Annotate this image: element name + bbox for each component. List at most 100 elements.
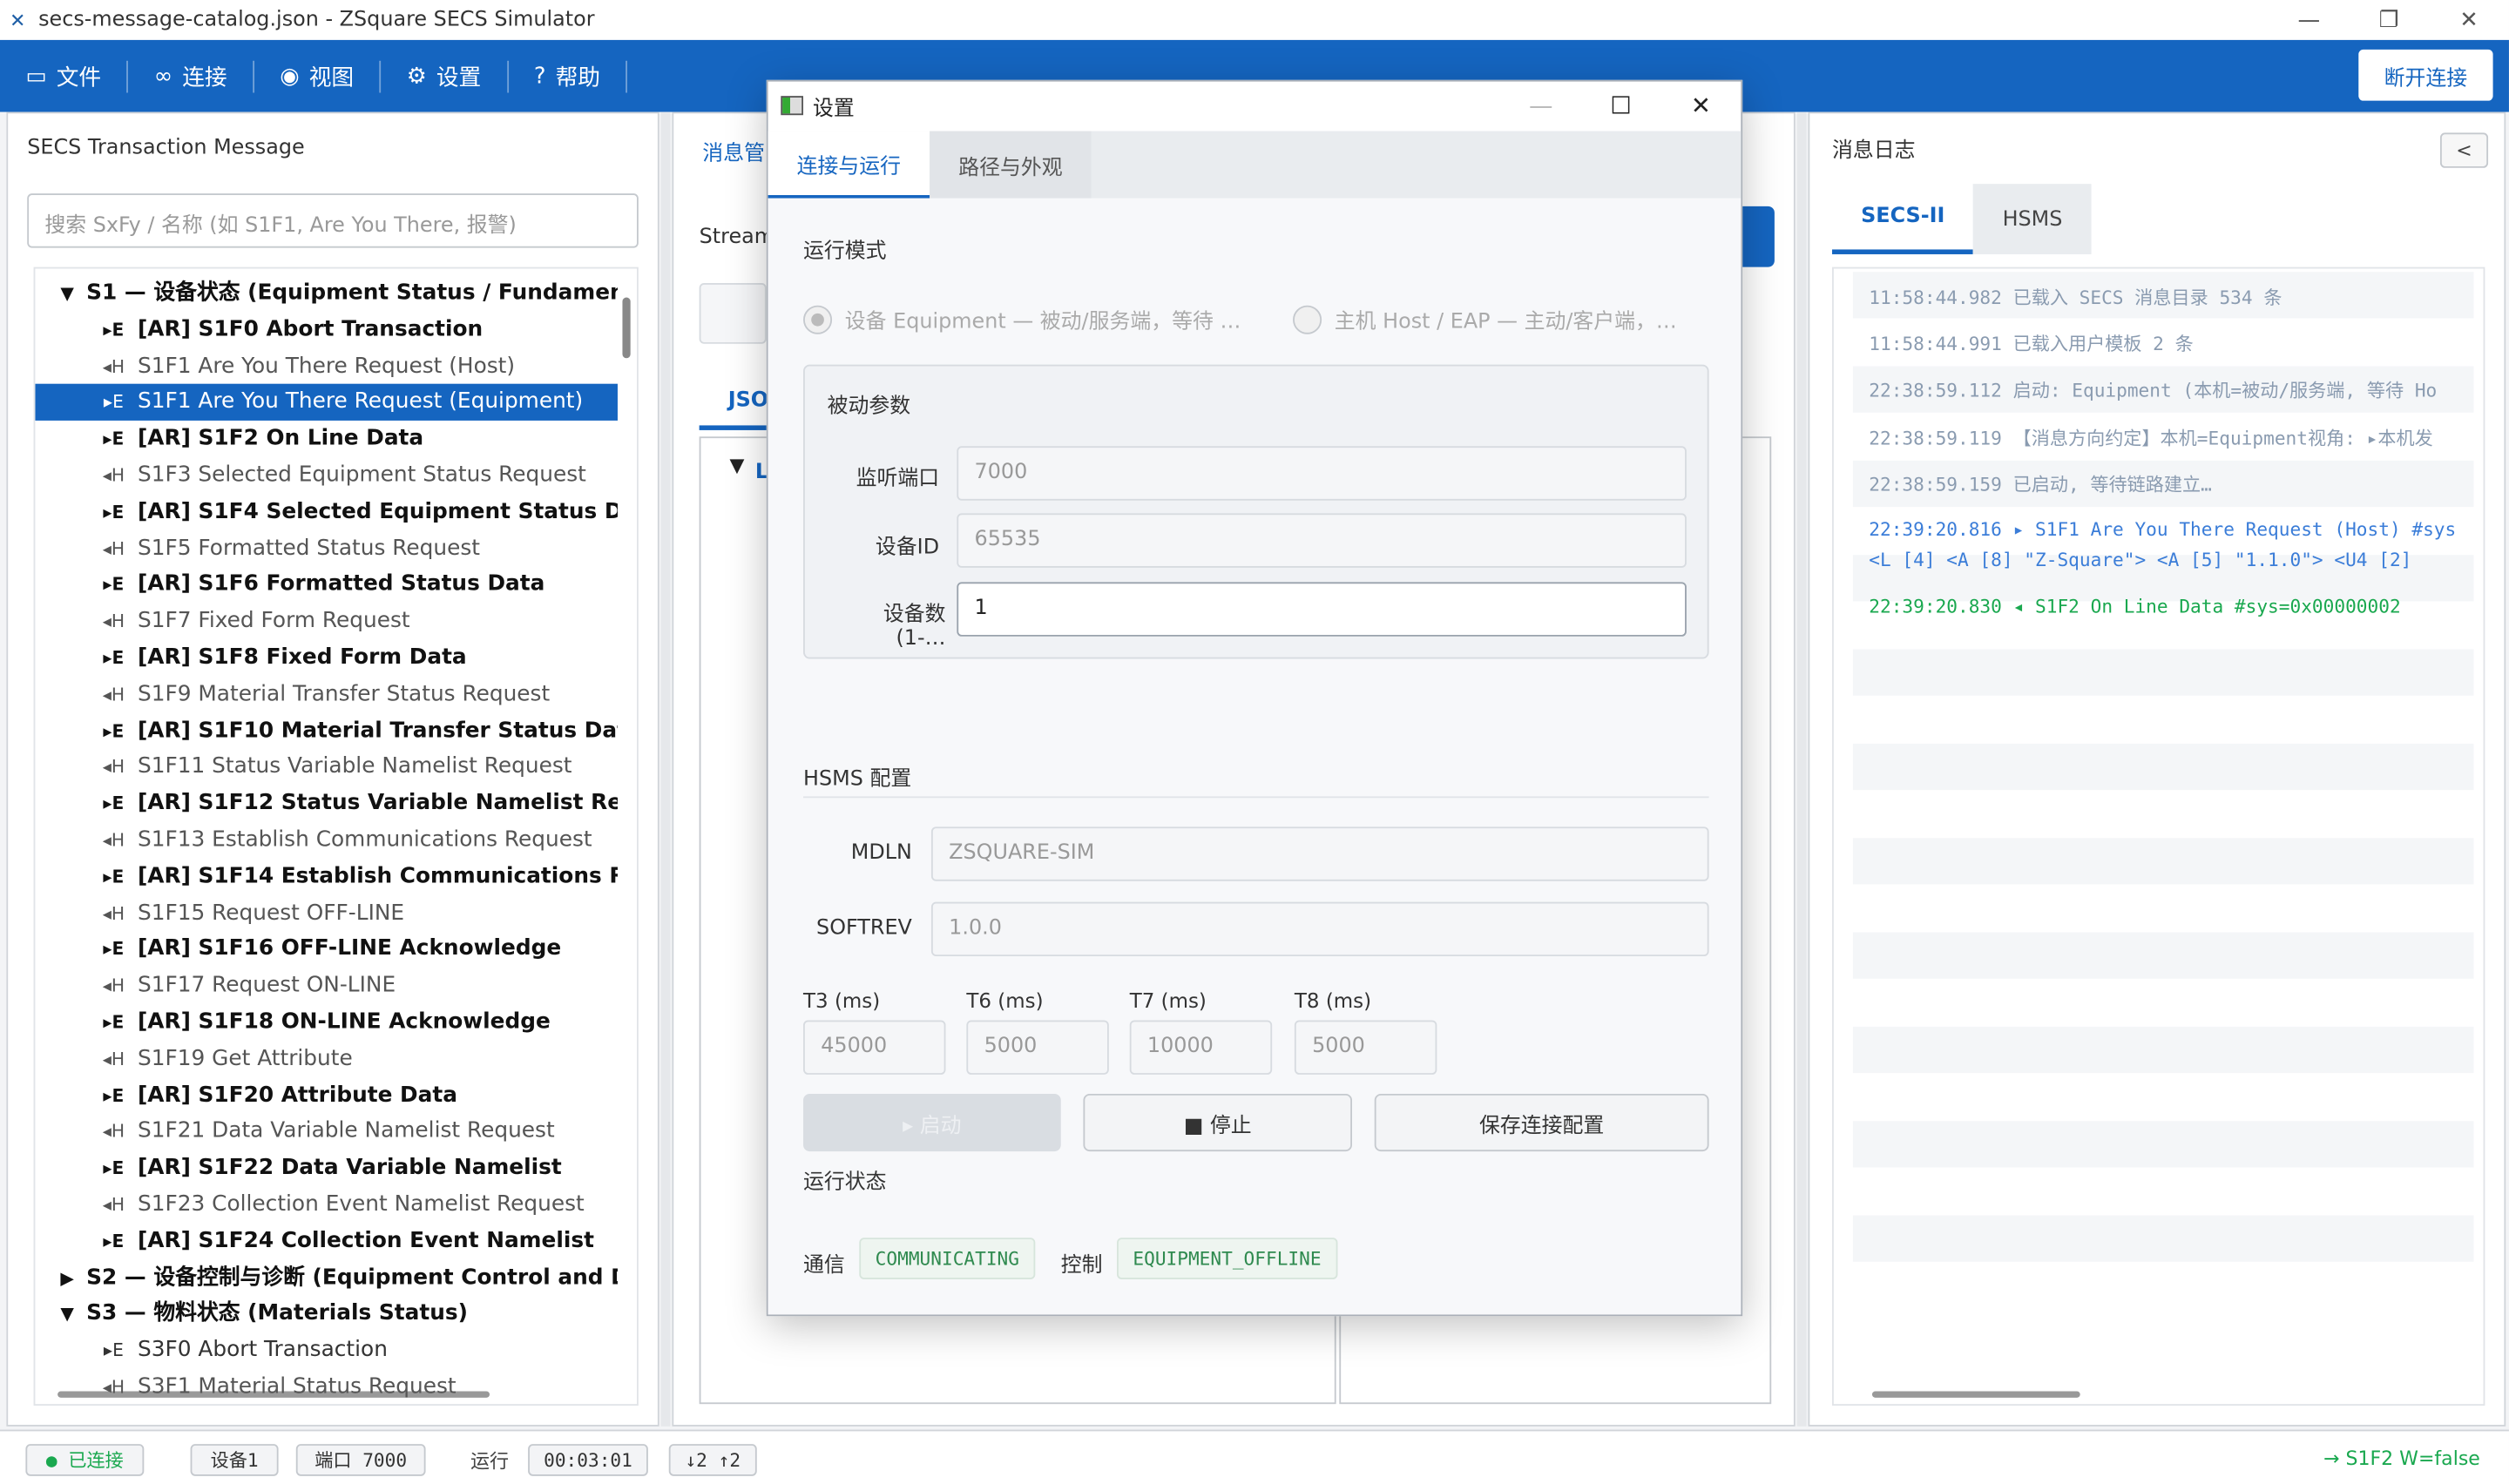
menu-file[interactable]: ▭ 文件 [0,40,127,112]
menu-settings-label: 设置 [436,64,482,91]
save-connection-button[interactable]: 保存连接配置 [1374,1093,1709,1152]
direction-icon: ◂H [102,355,125,377]
log-row-background [1852,1262,2474,1309]
statusbar: ● 已连接 设备1 端口 7000 运行 00:03:01 ↓2 ↑2 → S1… [0,1429,2509,1484]
dialog-title: 设置 [813,97,855,121]
t7-input[interactable]: 10000 [1129,1020,1273,1075]
radio-icon[interactable] [1293,304,1322,334]
expand-icon[interactable]: ▼ [730,454,745,476]
log-horizontal-scrollbar[interactable] [1850,1388,2458,1401]
tree-item[interactable]: ◂H S1F11 Status Variable Namelist Request [35,749,618,786]
maximize-button[interactable]: ❐ [2349,0,2429,40]
stream-field[interactable] [699,283,767,344]
tree-item[interactable]: ◂H S1F19 Get Attribute [35,1041,618,1077]
tree-item[interactable]: ▸E [AR] S1F12 Status Variable Namelist Re… [35,786,618,822]
tree-item-label: S1F3 Selected Equipment Status Request [137,462,586,489]
tree-item[interactable]: ▸E [AR] S1F14 Establish Communications Re… [35,859,618,895]
passive-params-heading: 被动参数 [827,395,911,420]
tree-item[interactable]: ▸E [AR] S1F18 ON-LINE Acknowledge [35,1004,618,1041]
minimize-button[interactable]: — [2269,0,2349,40]
softrev-label: SOFTREV [816,916,912,941]
tree-item[interactable]: ▸E [AR] S1F4 Selected Equipment Status Da… [35,494,618,530]
tree-group[interactable]: ▼ S3 — 物料状态 (Materials Status) [35,1296,618,1332]
tree-item[interactable]: ▸E [AR] S1F10 Material Transfer Status Da… [35,712,618,749]
menu-view[interactable]: ◉ 视图 [254,40,380,112]
dialog-minimize-button[interactable]: — [1501,82,1581,130]
t3-input[interactable]: 45000 [803,1020,946,1075]
tree-item-label: S1F19 Get Attribute [137,1045,353,1071]
direction-icon: ▸E [103,793,125,814]
tree-item[interactable]: ▸E [AR] S1F8 Fixed Form Data [35,639,618,676]
tree-item[interactable]: ◂H S1F9 Material Transfer Status Request [35,676,618,712]
tab-secs-ii[interactable]: SECS-II [1832,184,1974,254]
menu-help[interactable]: ? 帮助 [508,40,626,112]
tree-item-label: [AR] S1F16 OFF-LINE Acknowledge [137,935,562,962]
splitter[interactable] [660,111,671,1427]
scroll-thumb[interactable] [622,297,631,359]
mdln-input[interactable]: ZSQUARE-SIM [930,826,1709,881]
tree-item[interactable]: ◂H S1F17 Request ON-LINE [35,968,618,1004]
tree-group[interactable]: ▼ S1 — 设备状态 (Equipment Status / Fundament… [35,275,618,312]
tree-item[interactable]: ◂H S1F7 Fixed Form Request [35,604,618,640]
tree-item[interactable]: ◂H S1F13 Establish Communications Request [35,822,618,859]
t6-label: T6 (ms) [966,988,1044,1013]
tree-item[interactable]: ◂H S1F3 Selected Equipment Status Request [35,457,618,494]
tree-item[interactable]: ▸E [AR] S1F2 On Line Data [35,421,618,457]
tree-group[interactable]: ▶ S2 — 设备控制与诊断 (Equipment Control and Dia… [35,1259,618,1296]
device-badge: 设备1 [190,1444,279,1476]
tree-item[interactable]: ◂H S1F21 Data Variable Namelist Request [35,1114,618,1150]
scroll-thumb[interactable] [1871,1391,2080,1398]
splitter[interactable] [1796,111,1807,1427]
tree-item[interactable]: ▸E [AR] S1F24 Collection Event Namelist [35,1223,618,1259]
window-title: secs-message-catalog.json - ZSquare SECS… [38,8,595,32]
menu-connect[interactable]: ∞ 连接 [128,40,253,112]
connection-status-badge: ● 已连接 [25,1444,145,1476]
radio-equipment[interactable]: 设备 Equipment — 被动/服务端，等待 … [803,304,1293,334]
tab-connection-run[interactable]: 连接与运行 [768,131,930,199]
collapse-button[interactable]: < [2439,132,2489,168]
port-input[interactable]: 7000 [957,446,1687,501]
tree-item[interactable]: ◂H S1F5 Formatted Status Request [35,530,618,567]
folder-icon: ▭ [25,63,47,89]
tab-json[interactable]: JSO [699,373,770,430]
device-count-input[interactable]: 1 [957,582,1687,637]
tree-item[interactable]: ▸E S3F0 Abort Transaction [35,1332,618,1369]
catalog-title: SECS Transaction Message [27,136,305,160]
t6-input[interactable]: 5000 [966,1020,1109,1075]
menu-settings[interactable]: ⚙ 设置 [381,40,506,112]
port-badge: 端口 7000 [295,1444,426,1476]
tree-item[interactable]: ▸E S1F1 Are You There Request (Equipment) [35,384,618,422]
dialog-close-button[interactable]: ✕ [1660,82,1741,130]
tab-path-appearance[interactable]: 路径与外观 [930,131,1092,199]
last-message-status: → S1F2 W=false [2323,1447,2480,1470]
tree-item[interactable]: ▸E [AR] S1F22 Data Variable Namelist [35,1150,618,1187]
t8-input[interactable]: 5000 [1294,1020,1437,1075]
tab-message-manage[interactable]: 消息管 [702,136,765,166]
direction-icon: ◂H [102,1376,125,1398]
tree-item-label: [AR] S1F0 Abort Transaction [137,316,484,342]
tree-item[interactable]: ▸E [AR] S1F16 OFF-LINE Acknowledge [35,931,618,968]
stop-button[interactable]: ■ 停止 [1083,1093,1353,1152]
radio-icon[interactable] [803,304,833,334]
disconnect-button[interactable]: 断开连接 [2358,49,2493,101]
uptime-badge: 00:03:01 [528,1444,648,1476]
tree-item[interactable]: ◂H S1F15 Request OFF-LINE [35,895,618,932]
tree-item[interactable]: ▸E [AR] S1F0 Abort Transaction [35,312,618,348]
tree-item[interactable]: ◂H S3F1 Material Status Request [35,1369,618,1404]
direction-icon: ▸E [103,720,125,742]
tree-item[interactable]: ◂H S1F1 Are You There Request (Host) [35,348,618,385]
device-id-input[interactable]: 65535 [957,513,1687,568]
tab-hsms[interactable]: HSMS [1973,184,2092,254]
tree-vertical-scrollbar[interactable] [621,278,634,1385]
radio-host[interactable]: 主机 Host / EAP — 主动/客户端，… [1293,304,1677,334]
tree-item[interactable]: ▸E [AR] S1F20 Attribute Data [35,1077,618,1114]
close-button[interactable]: ✕ [2429,0,2509,40]
direction-icon: ▸E [103,502,125,523]
search-input[interactable]: 搜索 SxFy / 名称 (如 S1F1, Are You There, 报警) [27,193,639,248]
softrev-input[interactable]: 1.0.0 [930,901,1709,957]
tree-item[interactable]: ◂H S1F23 Collection Event Namelist Reques… [35,1186,618,1223]
tree-item[interactable]: ▸E [AR] S1F6 Formatted Status Data [35,567,618,604]
tree-item-label: S3F1 Material Status Request [137,1373,456,1400]
dialog-maximize-button[interactable]: ☐ [1581,82,1661,130]
start-button[interactable]: ▸ 启动 [803,1093,1061,1152]
